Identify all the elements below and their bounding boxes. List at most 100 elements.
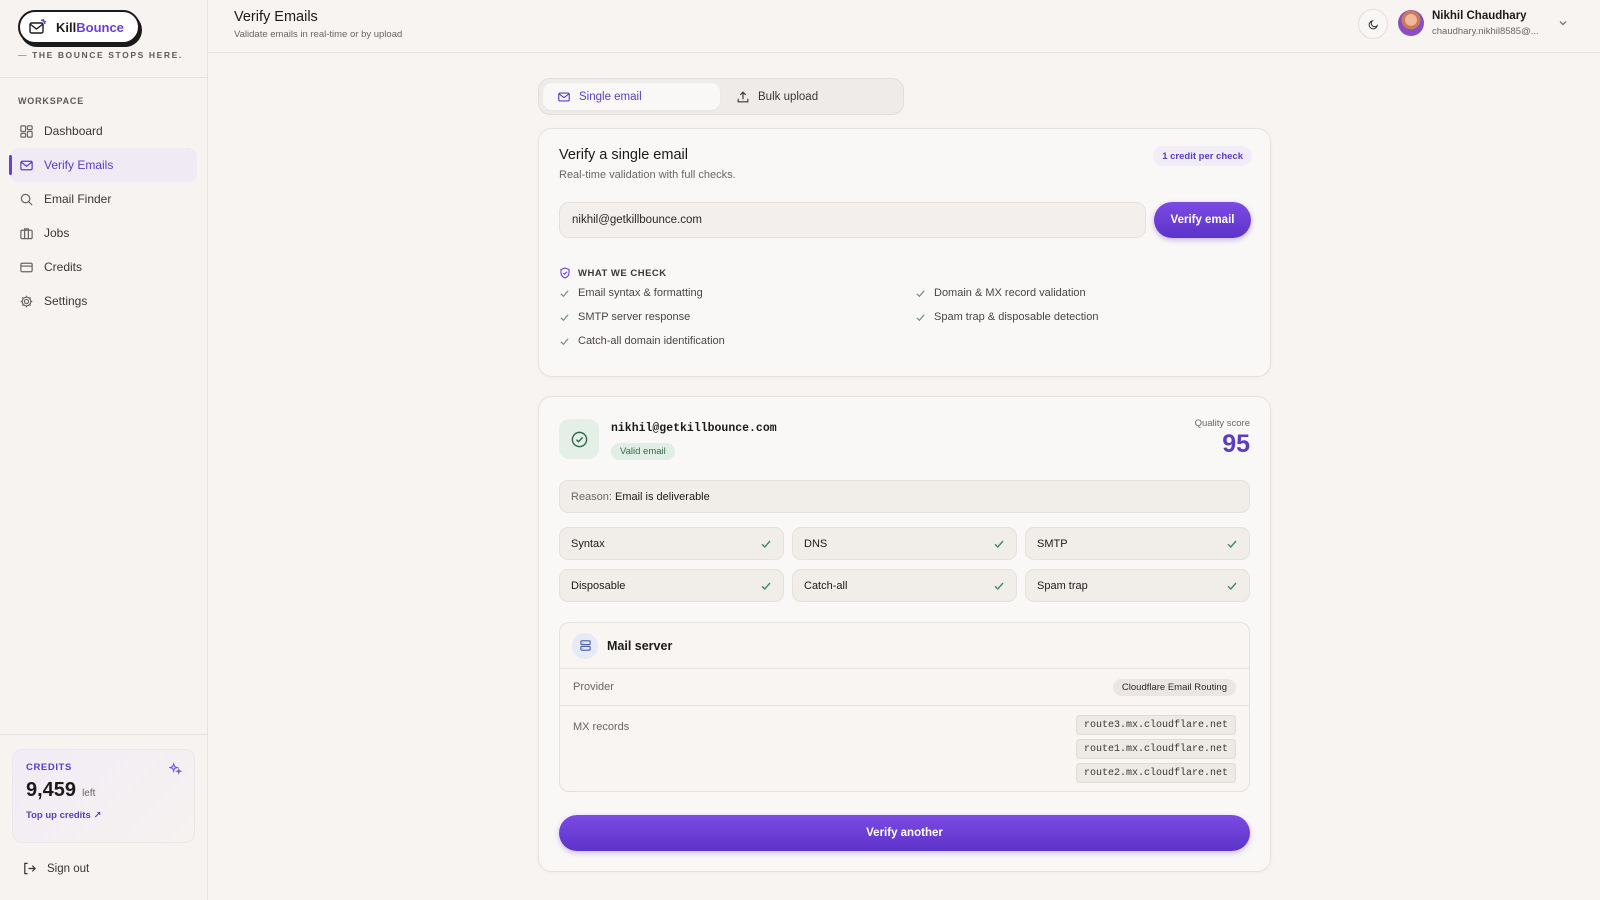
user-email: chaudhary.nikhil8585@... [1432,26,1539,37]
verify-another-button[interactable]: Verify another [559,815,1250,851]
credits-suffix: left [82,788,96,799]
logout-icon [22,861,37,876]
quality-score-value: 95 [1222,430,1250,458]
check-icon [559,336,570,347]
sparkle-icon [169,762,182,775]
user-name[interactable]: Nikhil Chaudhary [1432,10,1527,22]
sidebar-item-dashboard[interactable]: Dashboard [10,114,197,148]
check-list-item: Spam trap & disposable detection [915,311,1099,323]
check-result-smtp: SMTP [1025,527,1250,560]
sidebar-item-label: Email Finder [44,192,112,206]
brand-tagline: THE BOUNCE STOPS HERE. [18,50,207,60]
check-icon [1226,580,1238,592]
theme-toggle-button[interactable] [1358,9,1388,39]
sidebar-footer: CREDITS 9,459 left Top up credits ↗ Sign… [0,734,207,900]
sidebar-item-label: Dashboard [44,124,103,138]
mx-record: route3.mx.cloudflare.net [1075,715,1236,735]
page-subtitle: Validate emails in real-time or by uploa… [234,29,403,40]
mail-icon [19,158,34,173]
reason-label: Reason: [571,490,612,503]
check-result-catch-all: Catch-all [792,569,1017,602]
credits-balance: 9,459 [26,779,77,801]
chevron-down-icon[interactable] [1558,18,1568,28]
tab-single-email[interactable]: Single email [543,83,720,110]
sidebar-item-label: Settings [44,294,88,308]
mx-record: route2.mx.cloudflare.net [1075,763,1236,783]
check-icon [915,312,926,323]
mx-records-list: route3.mx.cloudflare.net route1.mx.cloud… [1075,715,1236,783]
section-label-workspace: WORKSPACE [18,96,85,106]
mx-record: route1.mx.cloudflare.net [1075,739,1236,759]
card-subtitle: Real-time validation with full checks. [559,169,736,181]
verify-single-card: Verify a single email Real-time validati… [538,128,1271,377]
page-title: Verify Emails [234,9,318,25]
sidebar-item-label: Credits [44,260,83,274]
check-icon [1226,538,1238,550]
check-list-item: Catch-all domain identification [559,335,725,347]
avatar[interactable] [1398,10,1424,36]
brand-logo[interactable]: KillBounce [18,10,140,44]
check-result-spam-trap: Spam trap [1025,569,1250,602]
check-result-syntax: Syntax [559,527,784,560]
check-list-item: Domain & MX record validation [915,287,1086,299]
sidebar: KillBounce THE BOUNCE STOPS HERE. WORKSP… [0,0,208,900]
check-icon [559,288,570,299]
credits-card: CREDITS 9,459 left Top up credits ↗ [12,749,195,843]
provider-badge: Cloudflare Email Routing [1112,679,1236,696]
reason-box: Reason: Email is deliverable [559,480,1250,513]
server-icon [572,632,598,659]
sign-out-label: Sign out [47,862,90,875]
credits-label: CREDITS [26,762,72,773]
brand-name: KillBounce [56,19,124,35]
tab-label: Single email [579,90,642,103]
provider-row: Provider Cloudflare Email Routing [560,669,1249,706]
check-icon [915,288,926,299]
moon-icon [1367,18,1380,31]
mail-server-title: Mail server [607,638,673,653]
check-icon [993,580,1005,592]
tab-bulk-upload[interactable]: Bulk upload [722,83,899,110]
sidebar-item-settings[interactable]: Settings [10,284,197,318]
sidebar-item-label: Jobs [44,226,70,240]
result-card: nikhil@getkillbounce.com Valid email Qua… [538,396,1271,872]
check-result-dns: DNS [792,527,1017,560]
check-list-item: Email syntax & formatting [559,287,703,299]
grid-icon [19,124,34,139]
verify-email-button[interactable]: Verify email [1154,202,1251,238]
sidebar-item-verify-emails[interactable]: Verify Emails [9,148,197,182]
top-header: Verify Emails Validate emails in real-ti… [208,0,1600,53]
briefcase-icon [19,226,34,241]
top-up-credits-link[interactable]: Top up credits ↗ [26,810,101,821]
card-title: Verify a single email [559,147,688,163]
mail-icon [557,90,571,104]
gear-icon [19,294,34,309]
check-circle-icon [559,419,599,459]
what-we-check-heading: WHAT WE CHECK [559,267,667,279]
check-icon [993,538,1005,550]
shield-icon [559,267,571,279]
arrow-up-right-icon: ↗ [93,810,102,821]
check-result-disposable: Disposable [559,569,784,602]
sign-out-button[interactable]: Sign out [22,861,207,876]
sidebar-item-label: Verify Emails [44,158,114,172]
check-icon [760,580,772,592]
mx-records-label: MX records [573,721,630,733]
sidebar-item-jobs[interactable]: Jobs [10,216,197,250]
mail-server-panel: Mail server Provider Cloudflare Email Ro… [559,622,1250,792]
logo-mail-icon [28,18,48,36]
sidebar-item-credits[interactable]: Credits [10,250,197,284]
check-icon [760,538,772,550]
check-icon [559,312,570,323]
search-icon [19,192,34,207]
sidebar-item-email-finder[interactable]: Email Finder [10,182,197,216]
check-list-item: SMTP server response [559,311,690,323]
credit-cost-badge: 1 credit per check [1153,146,1252,166]
status-badge: Valid email [611,443,675,460]
result-email: nikhil@getkillbounce.com [611,422,777,435]
upload-icon [736,90,750,104]
mail-server-header: Mail server [560,623,1249,669]
reason-text: Email is deliverable [614,490,710,503]
email-input[interactable] [559,202,1146,238]
mx-records-row: MX records route3.mx.cloudflare.net rout… [560,706,1249,791]
provider-label: Provider [573,681,614,693]
